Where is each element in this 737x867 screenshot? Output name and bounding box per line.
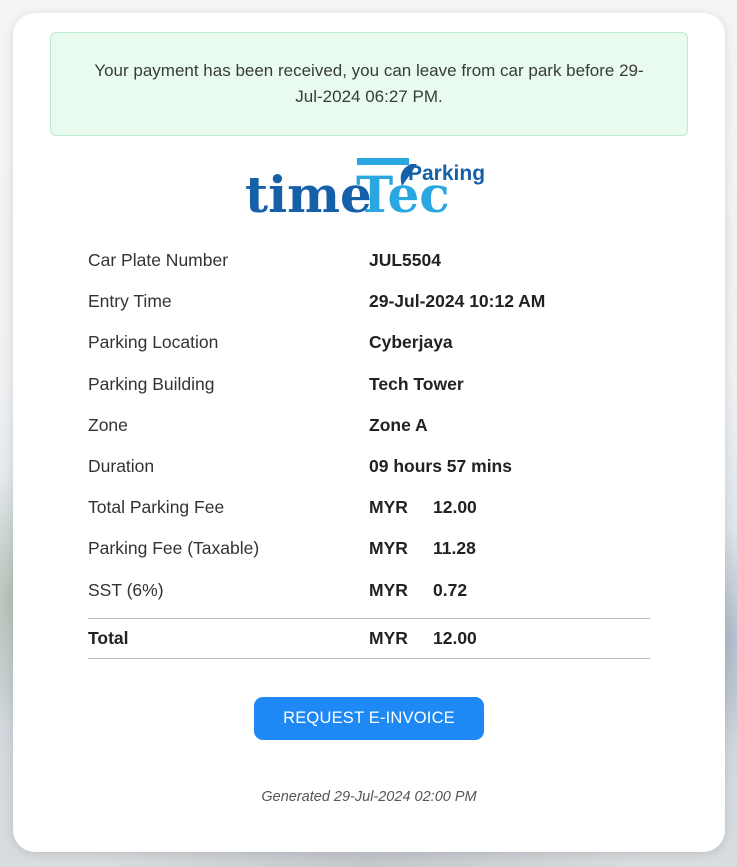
building-label: Parking Building — [88, 373, 215, 394]
detail-row-sst: SST (6%) MYR 0.72 — [88, 570, 650, 611]
generated-timestamp: Generated 29-Jul-2024 02:00 PM — [261, 789, 477, 805]
duration-label: Duration — [88, 456, 155, 477]
zone-label: Zone — [88, 414, 128, 435]
taxable-fee-value: MYR 11.28 — [369, 538, 476, 559]
total-fee-amount: 12.00 — [433, 497, 477, 518]
sst-currency: MYR — [369, 579, 408, 600]
total-label: Total — [88, 627, 129, 648]
entry-time-value: 29-Jul-2024 10:12 AM — [369, 291, 546, 312]
detail-row-zone: Zone Zone A — [88, 405, 650, 446]
taxable-fee-amount: 11.28 — [433, 538, 476, 559]
detail-row-location: Parking Location Cyberjaya — [88, 322, 650, 363]
detail-row-duration: Duration 09 hours 57 mins — [88, 446, 650, 487]
total-amount: 12.00 — [433, 627, 477, 648]
timetec-parking-logo: time Tec Parking — [245, 158, 485, 224]
taxable-fee-currency: MYR — [369, 538, 408, 559]
location-value: Cyberjaya — [369, 332, 453, 353]
payment-success-alert: Your payment has been received, you can … — [50, 32, 688, 136]
detail-row-entry-time: Entry Time 29-Jul-2024 10:12 AM — [88, 281, 650, 322]
total-value: MYR 12.00 — [369, 628, 477, 649]
zone-value: Zone A — [369, 414, 428, 435]
receipt-card: Your payment has been received, you can … — [13, 13, 725, 852]
location-label: Parking Location — [88, 332, 219, 353]
duration-value: 09 hours 57 mins — [369, 456, 512, 477]
sst-amount: 0.72 — [433, 579, 468, 600]
detail-row-total: Total MYR 12.00 — [88, 617, 650, 659]
building-value: Tech Tower — [369, 373, 464, 394]
total-fee-currency: MYR — [369, 497, 408, 518]
car-plate-label: Car Plate Number — [88, 250, 229, 271]
total-fee-value: MYR 12.00 — [369, 497, 477, 518]
detail-row-total-fee: Total Parking Fee MYR 12.00 — [88, 487, 650, 528]
logo-parking-text: Parking — [408, 162, 485, 185]
detail-row-building: Parking Building Tech Tower — [88, 364, 650, 405]
detail-row-car-plate: Car Plate Number JUL5504 — [88, 240, 650, 281]
detail-row-taxable-fee: Parking Fee (Taxable) MYR 11.28 — [88, 528, 650, 569]
taxable-fee-label: Parking Fee (Taxable) — [88, 538, 260, 559]
payment-success-message: Your payment has been received, you can … — [94, 61, 644, 106]
car-plate-value: JUL5504 — [369, 250, 441, 271]
request-einvoice-button[interactable]: REQUEST E-INVOICE — [254, 697, 484, 740]
entry-time-label: Entry Time — [88, 291, 172, 312]
total-fee-label: Total Parking Fee — [88, 497, 225, 518]
sst-label: SST (6%) — [88, 579, 164, 600]
logo-t-bar — [357, 158, 409, 165]
logo-time-text: time — [245, 165, 372, 224]
sst-value: MYR 0.72 — [369, 580, 467, 601]
parking-details: Car Plate Number JUL5504 Entry Time 29-J… — [88, 240, 650, 659]
total-currency: MYR — [369, 627, 408, 648]
